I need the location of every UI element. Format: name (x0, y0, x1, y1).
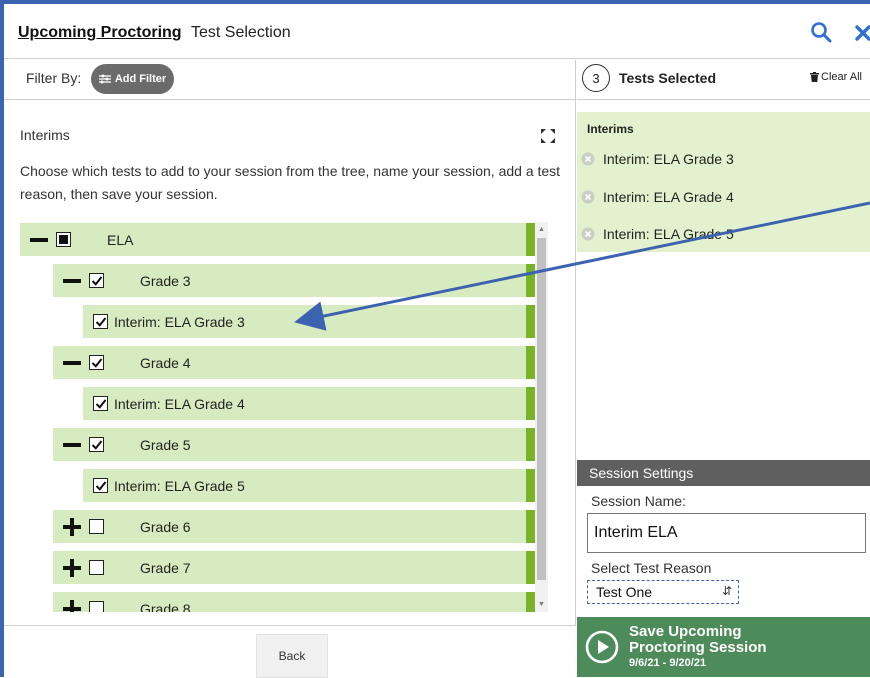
tree-row-label: Grade 4 (140, 354, 191, 371)
fullscreen-expand-icon[interactable] (540, 128, 556, 144)
session-settings: Session Settings Session Name: Select Te… (577, 460, 870, 612)
selected-tests-panel: 3 Tests Selected Clear All Interims Inte… (577, 60, 870, 677)
save-line-2: Proctoring Session (629, 639, 767, 656)
tree-row-label: Grade 3 (140, 272, 191, 289)
test-tree: ELA Grade 3 Interim: ELA Grade 3 Grade 4 Int… (20, 222, 565, 612)
checkmark-icon (91, 275, 102, 286)
selected-item-label: Interim: ELA Grade 5 (603, 226, 734, 242)
tree-checkbox[interactable] (89, 519, 104, 534)
clear-all-button[interactable]: Clear All (810, 71, 862, 83)
tree-checkbox[interactable] (89, 560, 104, 575)
selected-group-label: Interims (587, 122, 634, 136)
collapse-minus-icon[interactable] (30, 231, 48, 249)
tree-checkbox[interactable] (89, 355, 104, 370)
tree-row[interactable]: Interim: ELA Grade 3 (83, 305, 547, 338)
tree-row-label: Grade 8 (140, 600, 191, 613)
selected-header: 3 Tests Selected Clear All (577, 60, 870, 100)
save-dates: 9/6/21 - 9/20/21 (629, 657, 707, 669)
tree-row-label: Interim: ELA Grade 4 (114, 395, 245, 412)
test-tree-panel: Filter By: Add Filter Interims Choose wh… (4, 60, 576, 678)
partial-check-icon (59, 235, 68, 244)
collapse-minus-icon[interactable] (63, 272, 81, 290)
title-test-selection: Test Selection (191, 24, 291, 41)
session-name-input[interactable] (587, 513, 866, 553)
clear-all-label: Clear All (821, 71, 862, 83)
tree-row[interactable]: Grade 6 (53, 510, 547, 543)
trash-icon (810, 72, 819, 82)
tree-checkbox[interactable] (89, 273, 104, 288)
tree-scrollbar[interactable]: ▲ ▼ (535, 222, 548, 612)
tree-row[interactable]: Grade 8 (53, 592, 547, 612)
tree-row[interactable]: Grade 4 (53, 346, 547, 379)
tree-checkbox[interactable] (56, 232, 71, 247)
expand-plus-icon[interactable] (63, 599, 81, 612)
filter-by-label: Filter By: (26, 70, 82, 86)
tree-row-label: Grade 6 (140, 518, 191, 535)
tree-row-label: Grade 7 (140, 559, 191, 576)
save-button-text: Save Upcoming Proctoring Session 9/6/21 … (629, 624, 767, 670)
save-session-button[interactable]: Save Upcoming Proctoring Session 9/6/21 … (577, 617, 870, 677)
search-icon[interactable] (810, 21, 832, 43)
section-title: Interims (20, 127, 70, 143)
expand-plus-icon[interactable] (63, 558, 81, 577)
checkmark-icon (95, 398, 106, 409)
test-reason-value: Test One (596, 584, 653, 600)
remove-circle-icon[interactable] (581, 190, 595, 204)
selected-item-label: Interim: ELA Grade 3 (603, 151, 734, 167)
checkmark-icon (91, 357, 102, 368)
remove-circle-icon[interactable] (581, 152, 595, 166)
filter-bar: Filter By: Add Filter (4, 60, 576, 100)
filter-sliders-icon (98, 74, 111, 84)
tree-row-label: ELA (107, 231, 134, 248)
collapse-minus-icon[interactable] (63, 436, 81, 454)
scroll-up-arrow-icon[interactable]: ▲ (538, 226, 545, 233)
session-settings-header: Session Settings (577, 460, 870, 486)
checkmark-icon (91, 439, 102, 450)
tree-row-label: Grade 5 (140, 436, 191, 453)
expand-plus-icon[interactable] (63, 517, 81, 536)
session-name-label: Session Name: (591, 493, 686, 509)
selected-item: Interim: ELA Grade 3 (581, 149, 734, 169)
instructions-text: Choose which tests to add to your sessio… (20, 163, 561, 202)
tree-row[interactable]: Grade 7 (53, 551, 547, 584)
title-bar: Upcoming Proctoring Test Selection (4, 4, 870, 59)
tree-checkbox[interactable] (93, 396, 108, 411)
checkmark-icon (95, 316, 106, 327)
selected-item: Interim: ELA Grade 4 (581, 187, 734, 207)
tree-checkbox[interactable] (93, 314, 108, 329)
select-updown-icon: ⇵ (721, 584, 732, 598)
selected-item: Interim: ELA Grade 5 (581, 224, 734, 244)
tree-row[interactable]: Interim: ELA Grade 5 (83, 469, 547, 502)
selected-item-label: Interim: ELA Grade 4 (603, 189, 734, 205)
add-filter-label: Add Filter (114, 73, 167, 85)
tree-row[interactable]: Grade 5 (53, 428, 547, 461)
back-button[interactable]: Back (256, 634, 328, 678)
remove-circle-icon[interactable] (581, 227, 595, 241)
tree-checkbox[interactable] (89, 437, 104, 452)
tree-row-label: Interim: ELA Grade 3 (114, 313, 245, 330)
test-reason-label: Select Test Reason (591, 560, 712, 576)
tree-row[interactable]: ELA (20, 223, 547, 256)
selected-title: Tests Selected (619, 70, 717, 86)
selected-tests-list: Interims Interim: ELA Grade 3 Interim: E… (577, 112, 870, 252)
tree-checkbox[interactable] (93, 478, 108, 493)
tree-row[interactable]: Interim: ELA Grade 4 (83, 387, 547, 420)
play-circle-icon (585, 630, 619, 664)
add-filter-button[interactable]: Add Filter (91, 64, 174, 94)
collapse-minus-icon[interactable] (63, 354, 81, 372)
tree-row-label: Interim: ELA Grade 5 (114, 477, 245, 494)
scrollbar-thumb[interactable] (537, 238, 546, 580)
tree-row[interactable]: Grade 3 (53, 264, 547, 297)
selected-count-badge: 3 (582, 64, 610, 92)
checkmark-icon (95, 480, 106, 491)
close-icon[interactable] (854, 24, 870, 42)
save-line-1: Save Upcoming (629, 623, 742, 640)
test-reason-select[interactable]: Test One ⇵ (587, 580, 739, 604)
tree-checkbox[interactable] (89, 601, 104, 612)
title-upcoming-proctoring[interactable]: Upcoming Proctoring (18, 24, 182, 42)
left-footer: Back (4, 625, 576, 678)
scroll-down-arrow-icon[interactable]: ▼ (538, 601, 545, 608)
